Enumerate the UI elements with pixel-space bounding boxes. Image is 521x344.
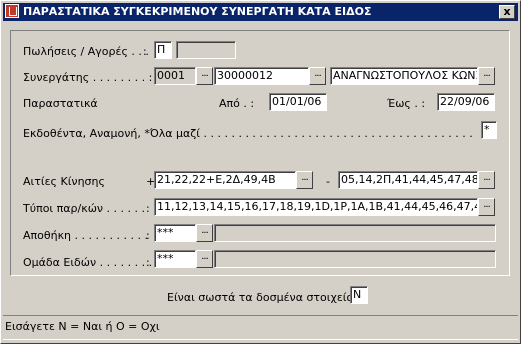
title-bar: ΠΑΡΑΣΤΑΤΙΚΑ ΣΥΓΚΕΚΡΙΜΕΝΟΥ ΣΥΝΕΡΓΑΤΗ ΚΑΤΑ… [3, 3, 518, 21]
window-title: ΠΑΡΑΣΤΑΤΙΚΑ ΣΥΓΚΕΚΡΙΜΕΝΟΥ ΣΥΝΕΡΓΑΤΗ ΚΑΤΑ… [23, 5, 372, 18]
movement-plus-input[interactable]: 21,22,22+Ε,2Δ,49,4Β [154, 171, 296, 189]
movement-minus-lookup-button[interactable]: ... [478, 171, 495, 189]
partner-name-field[interactable]: ΑΝΑΓΝΩΣΤΟΠΟΥΛΟΣ ΚΩΝΣΤ [330, 67, 478, 85]
movement-minus-input[interactable]: 05,14,2Π,41,44,45,47,48 [338, 171, 478, 189]
movement-minus-sign: - [326, 175, 330, 188]
documents-label: Παραστατικά [23, 97, 98, 110]
status-text: Εισάγετε Ν = Ναι ή Ο = Οχι [5, 320, 160, 333]
warehouse-input[interactable]: *** [154, 224, 196, 242]
partner-label: Συνεργάτης . . . . . . . . : [23, 71, 153, 84]
app-logo-icon [5, 4, 19, 18]
partner-code-lookup-button[interactable]: ... [309, 67, 326, 85]
issued-waiting-input[interactable]: * [481, 121, 497, 139]
from-date-label: Από . : [219, 97, 255, 110]
partner-type-lookup-button[interactable]: ... [196, 67, 213, 85]
movement-plus-lookup-button[interactable]: ... [296, 171, 313, 189]
sales-purchases-input[interactable]: Π [154, 41, 172, 59]
item-group-description-field [214, 250, 496, 268]
doc-types-colon: : [146, 202, 150, 215]
doc-types-input[interactable]: 11,12,13,14,15,16,17,18,19,1D,1P,1A,1B,4… [154, 198, 478, 216]
sales-purchases-extra-field [176, 41, 236, 59]
item-group-lookup-button[interactable]: ... [196, 250, 213, 268]
warehouse-description-field [214, 224, 496, 242]
to-date-label: Έως . : [387, 97, 426, 110]
confirm-label: Είναι σωστά τα δοσμένα στοιχεία ;. [167, 291, 365, 304]
issued-waiting-label: Εκδοθέντα, Αναμονή, *Όλα μαζί . . . . . … [23, 127, 475, 140]
to-date-input[interactable]: 22/09/06 [437, 93, 495, 111]
doc-types-label: Τύποι παρ/κών . . . . . . [23, 202, 146, 215]
from-date-input[interactable]: 01/01/06 [269, 93, 327, 111]
item-group-input[interactable]: *** [154, 250, 196, 268]
warehouse-colon: : [146, 229, 150, 242]
sales-purchases-label: Πωλήσεις / Αγορές . . . [23, 45, 149, 58]
partner-type-input[interactable]: 0001 [154, 67, 196, 85]
item-group-colon: : [146, 256, 150, 269]
sales-purchases-colon: : [143, 45, 147, 58]
partner-name-lookup-button[interactable]: ... [478, 67, 495, 85]
main-window: ΠΑΡΑΣΤΑΤΙΚΑ ΣΥΓΚΕΚΡΙΜΕΝΟΥ ΣΥΝΕΡΓΑΤΗ ΚΑΤΑ… [0, 0, 521, 344]
doc-types-lookup-button[interactable]: ... [478, 198, 495, 216]
movement-reasons-label: Αιτίες Κίνησης [23, 175, 105, 188]
item-group-label: Ομάδα Ειδών . . . . . . . . [23, 256, 153, 269]
partner-code-input[interactable]: 30000012 [214, 67, 309, 85]
warehouse-label: Αποθήκη . . . . . . . . . . . [23, 229, 148, 242]
status-bar: Εισάγετε Ν = Ναι ή Ο = Οχι [3, 315, 518, 340]
warehouse-lookup-button[interactable]: ... [196, 224, 213, 242]
confirm-input[interactable]: Ν [350, 286, 368, 304]
close-button[interactable]: x [499, 5, 515, 19]
